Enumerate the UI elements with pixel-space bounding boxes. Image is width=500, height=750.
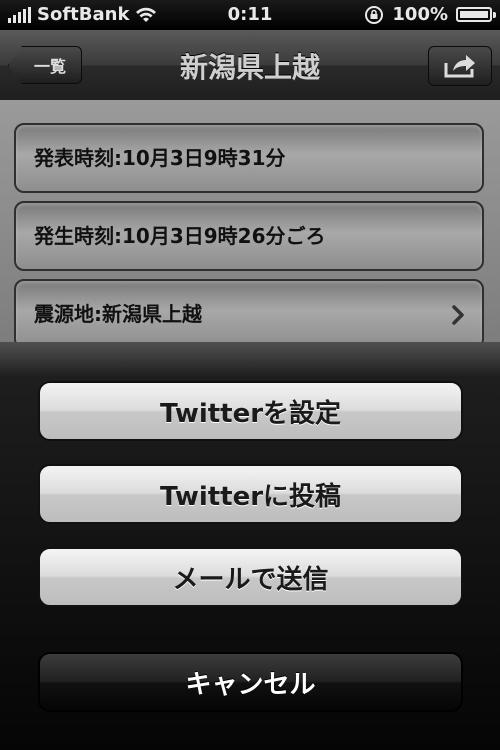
list-item-label: 発表時刻:10月3日9時31分 [34,146,286,170]
list-item-announced-time: 発表時刻:10月3日9時31分 [14,123,484,193]
list-item-label: 震源地:新潟県上越 [34,302,202,326]
chevron-right-icon [452,305,464,325]
list-item-label: 発生時刻:10月3日9時26分ごろ [34,224,326,248]
status-right: 100% [364,4,496,25]
rotation-lock-icon [365,5,384,24]
send-email-button[interactable]: メールで送信 [38,547,463,607]
list-item-occurred-time: 発生時刻:10月3日9時26分ごろ [14,201,484,271]
status-bar: SoftBank 0:11 100% [0,0,500,30]
twitter-post-button[interactable]: Twitterに投稿 [38,464,463,524]
battery-percent: 100% [392,4,448,25]
detail-list: 発表時刻:10月3日9時31分 発生時刻:10月3日9時26分ごろ 震源地:新潟… [0,100,500,345]
page-title: 新潟県上越 [179,51,320,84]
share-icon [444,55,475,78]
navigation-bar: 一覧 新潟県上越 [0,30,500,101]
list-item-epicenter[interactable]: 震源地:新潟県上越 [14,279,484,345]
cancel-button[interactable]: キャンセル [38,652,463,712]
share-button[interactable] [428,46,492,86]
action-sheet: Twitterを設定 Twitterに投稿 メールで送信 キャンセル [0,342,500,750]
battery-icon [456,7,496,22]
twitter-settings-button[interactable]: Twitterを設定 [38,381,463,441]
